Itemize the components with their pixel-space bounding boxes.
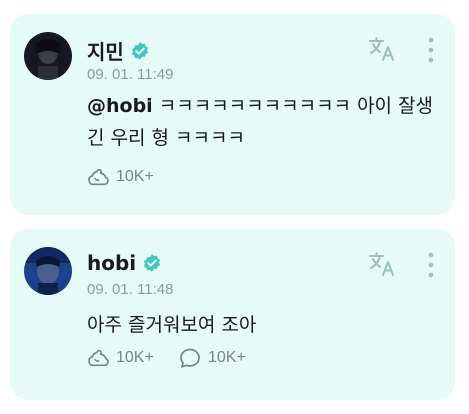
timestamp: 09. 01. 11:48 (87, 281, 174, 298)
author-name[interactable]: hobi (87, 251, 162, 275)
post-card: 지민 09. 01. 11:49 @hobi ㅋㅋㅋㅋㅋㅋㅋㅋㅋㅋㅋ 아이 잘생… (10, 14, 455, 215)
author-name-label: 지민 (87, 40, 124, 64)
timestamp: 09. 01. 11:49 (87, 66, 174, 83)
mention-link[interactable]: @hobi (87, 95, 153, 117)
verified-badge-icon (131, 41, 148, 60)
author-name[interactable]: 지민 (87, 36, 150, 65)
like-button[interactable]: 10K+ (86, 165, 154, 189)
more-vertical-icon[interactable] (424, 251, 438, 279)
avatar[interactable] (24, 32, 72, 80)
like-count: 10K+ (116, 168, 154, 185)
like-icon (88, 168, 109, 186)
post-text: @hobi ㅋㅋㅋㅋㅋㅋㅋㅋㅋㅋㅋ 아이 잘생긴 우리 형 ㅋㅋㅋㅋ (87, 90, 437, 154)
comment-button[interactable]: 10K+ (178, 346, 246, 370)
author-name-label: hobi (87, 251, 137, 275)
verified-badge-icon (144, 254, 161, 272)
post-text: 아주 즐거워보여 조아 (87, 314, 257, 336)
avatar[interactable] (24, 247, 72, 295)
post-card: hobi 09. 01. 11:48 아주 즐거워보여 조아 10K+ 10K+ (10, 229, 455, 400)
translate-icon[interactable] (368, 251, 396, 277)
comment-icon (180, 348, 200, 368)
translate-icon[interactable] (368, 36, 396, 62)
like-count: 10K+ (116, 349, 154, 366)
comment-count: 10K+ (208, 349, 246, 366)
like-button[interactable]: 10K+ (86, 346, 154, 370)
more-vertical-icon[interactable] (424, 36, 438, 64)
like-icon (88, 349, 109, 367)
